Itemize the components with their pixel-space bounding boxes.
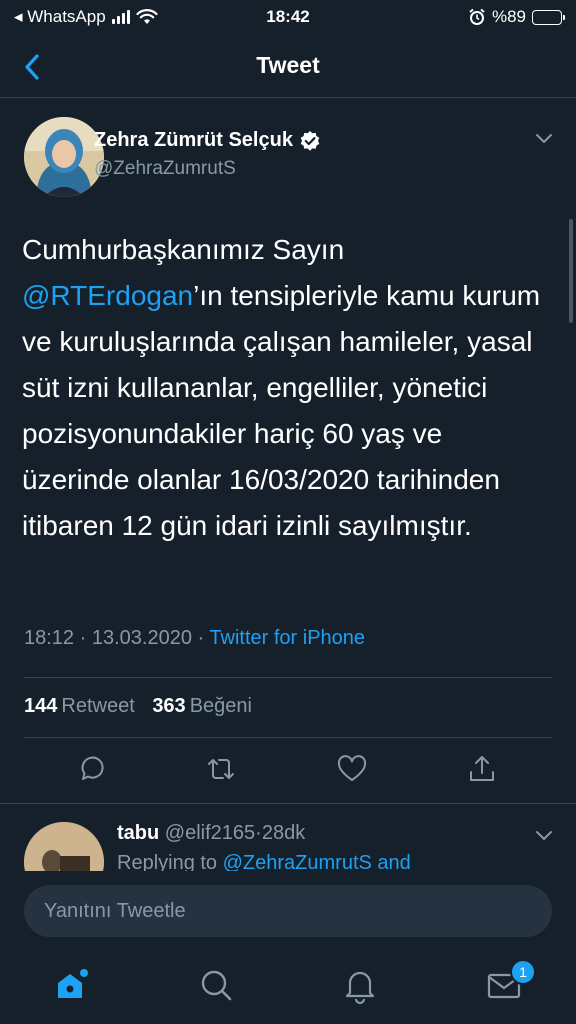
unread-badge: 1 (510, 959, 536, 985)
tweet-author[interactable] (24, 117, 104, 197)
share-icon[interactable] (466, 753, 498, 785)
search-icon[interactable] (196, 965, 236, 1005)
back-to-app-link[interactable]: ◂ WhatsApp (14, 7, 106, 27)
signal-icon (111, 10, 130, 24)
reply-age: 28dk (261, 822, 306, 844)
replying-to: Replying to @ZehraZumrutS and (117, 852, 411, 872)
author-handle[interactable]: @ZehraZumrutS (94, 158, 494, 180)
like-count: 363 (152, 695, 186, 717)
back-arrow-icon[interactable] (18, 50, 48, 84)
reply-author-handle[interactable]: @elif2165 (165, 822, 255, 844)
divider (24, 737, 552, 738)
chevron-down-icon[interactable] (534, 828, 554, 842)
tweet-text: Cumhurbaşkanımız Sayın @RTErdogan’ın ten… (22, 227, 552, 549)
avatar-image (24, 822, 104, 872)
compose-area (0, 871, 576, 951)
author-name[interactable]: Zehra Zümrüt Selçuk (94, 129, 494, 152)
replying-to-label: Replying to (117, 852, 223, 872)
messages-tab[interactable]: 1 (484, 959, 536, 1005)
like-icon[interactable] (336, 753, 368, 785)
reply-author-name[interactable]: tabu (117, 822, 159, 844)
bell-icon[interactable] (340, 965, 380, 1005)
retweet-count: 144 (24, 695, 58, 717)
alarm-icon (469, 8, 485, 25)
tweet-actions (0, 753, 576, 793)
scrollbar[interactable] (569, 219, 573, 323)
chevron-down-icon[interactable] (534, 131, 554, 145)
meta-separator: · (79, 627, 87, 649)
retweets-stat[interactable]: 144 Retweet (24, 695, 135, 717)
reply-input[interactable] (24, 885, 552, 937)
like-label: Beğeni (189, 695, 252, 717)
tweet-text-part: ’ın tensipleriyle kamu kurum ve kuruluşl… (22, 280, 541, 541)
likes-stat[interactable]: 363 Beğeni (152, 695, 252, 717)
tweet-text-part: Cumhurbaşkanımız Sayın (22, 234, 345, 265)
tab-bar: 1 (0, 951, 576, 1024)
retweet-label: Retweet (61, 695, 135, 717)
avatar-image (24, 117, 104, 197)
meta-separator: · (197, 627, 205, 649)
top-bar: Tweet (0, 34, 576, 98)
tweet-date: 13.03.2020 (91, 627, 192, 649)
reply-icon[interactable] (75, 753, 107, 785)
meta-separator: · (255, 822, 262, 844)
reply-tweet[interactable]: tabu @elif2165·28dk Replying to @ZehraZu… (0, 822, 576, 872)
home-icon[interactable] (52, 965, 92, 1005)
wifi-icon (136, 9, 158, 24)
tweet-stats: 144 Retweet 363 Beğeni (24, 695, 252, 718)
author-name-text: Zehra Zümrüt Selçuk (94, 129, 293, 151)
divider (24, 677, 552, 678)
reply-header: tabu @elif2165·28dk (117, 822, 305, 845)
mention-link[interactable]: @ZehraZumrutS and (223, 852, 411, 872)
battery-icon (532, 9, 565, 25)
avatar[interactable] (24, 822, 104, 872)
avatar[interactable] (24, 117, 104, 197)
mention-link[interactable]: @RTErdogan (22, 280, 193, 311)
status-time: 18:42 (266, 7, 310, 26)
battery-percent: %89 (491, 7, 526, 26)
page-title: Tweet (256, 52, 320, 78)
verified-badge-icon (300, 130, 320, 151)
tweet-timestamp: 18:12 · 13.03.2020 · Twitter for iPhone (24, 627, 365, 650)
status-bar: ◂ WhatsApp 18:42 %89 (0, 0, 576, 34)
tweet-source-link[interactable]: Twitter for iPhone (209, 627, 365, 649)
retweet-icon[interactable] (205, 753, 237, 785)
divider (0, 803, 576, 804)
tweet-time: 18:12 (24, 627, 75, 649)
